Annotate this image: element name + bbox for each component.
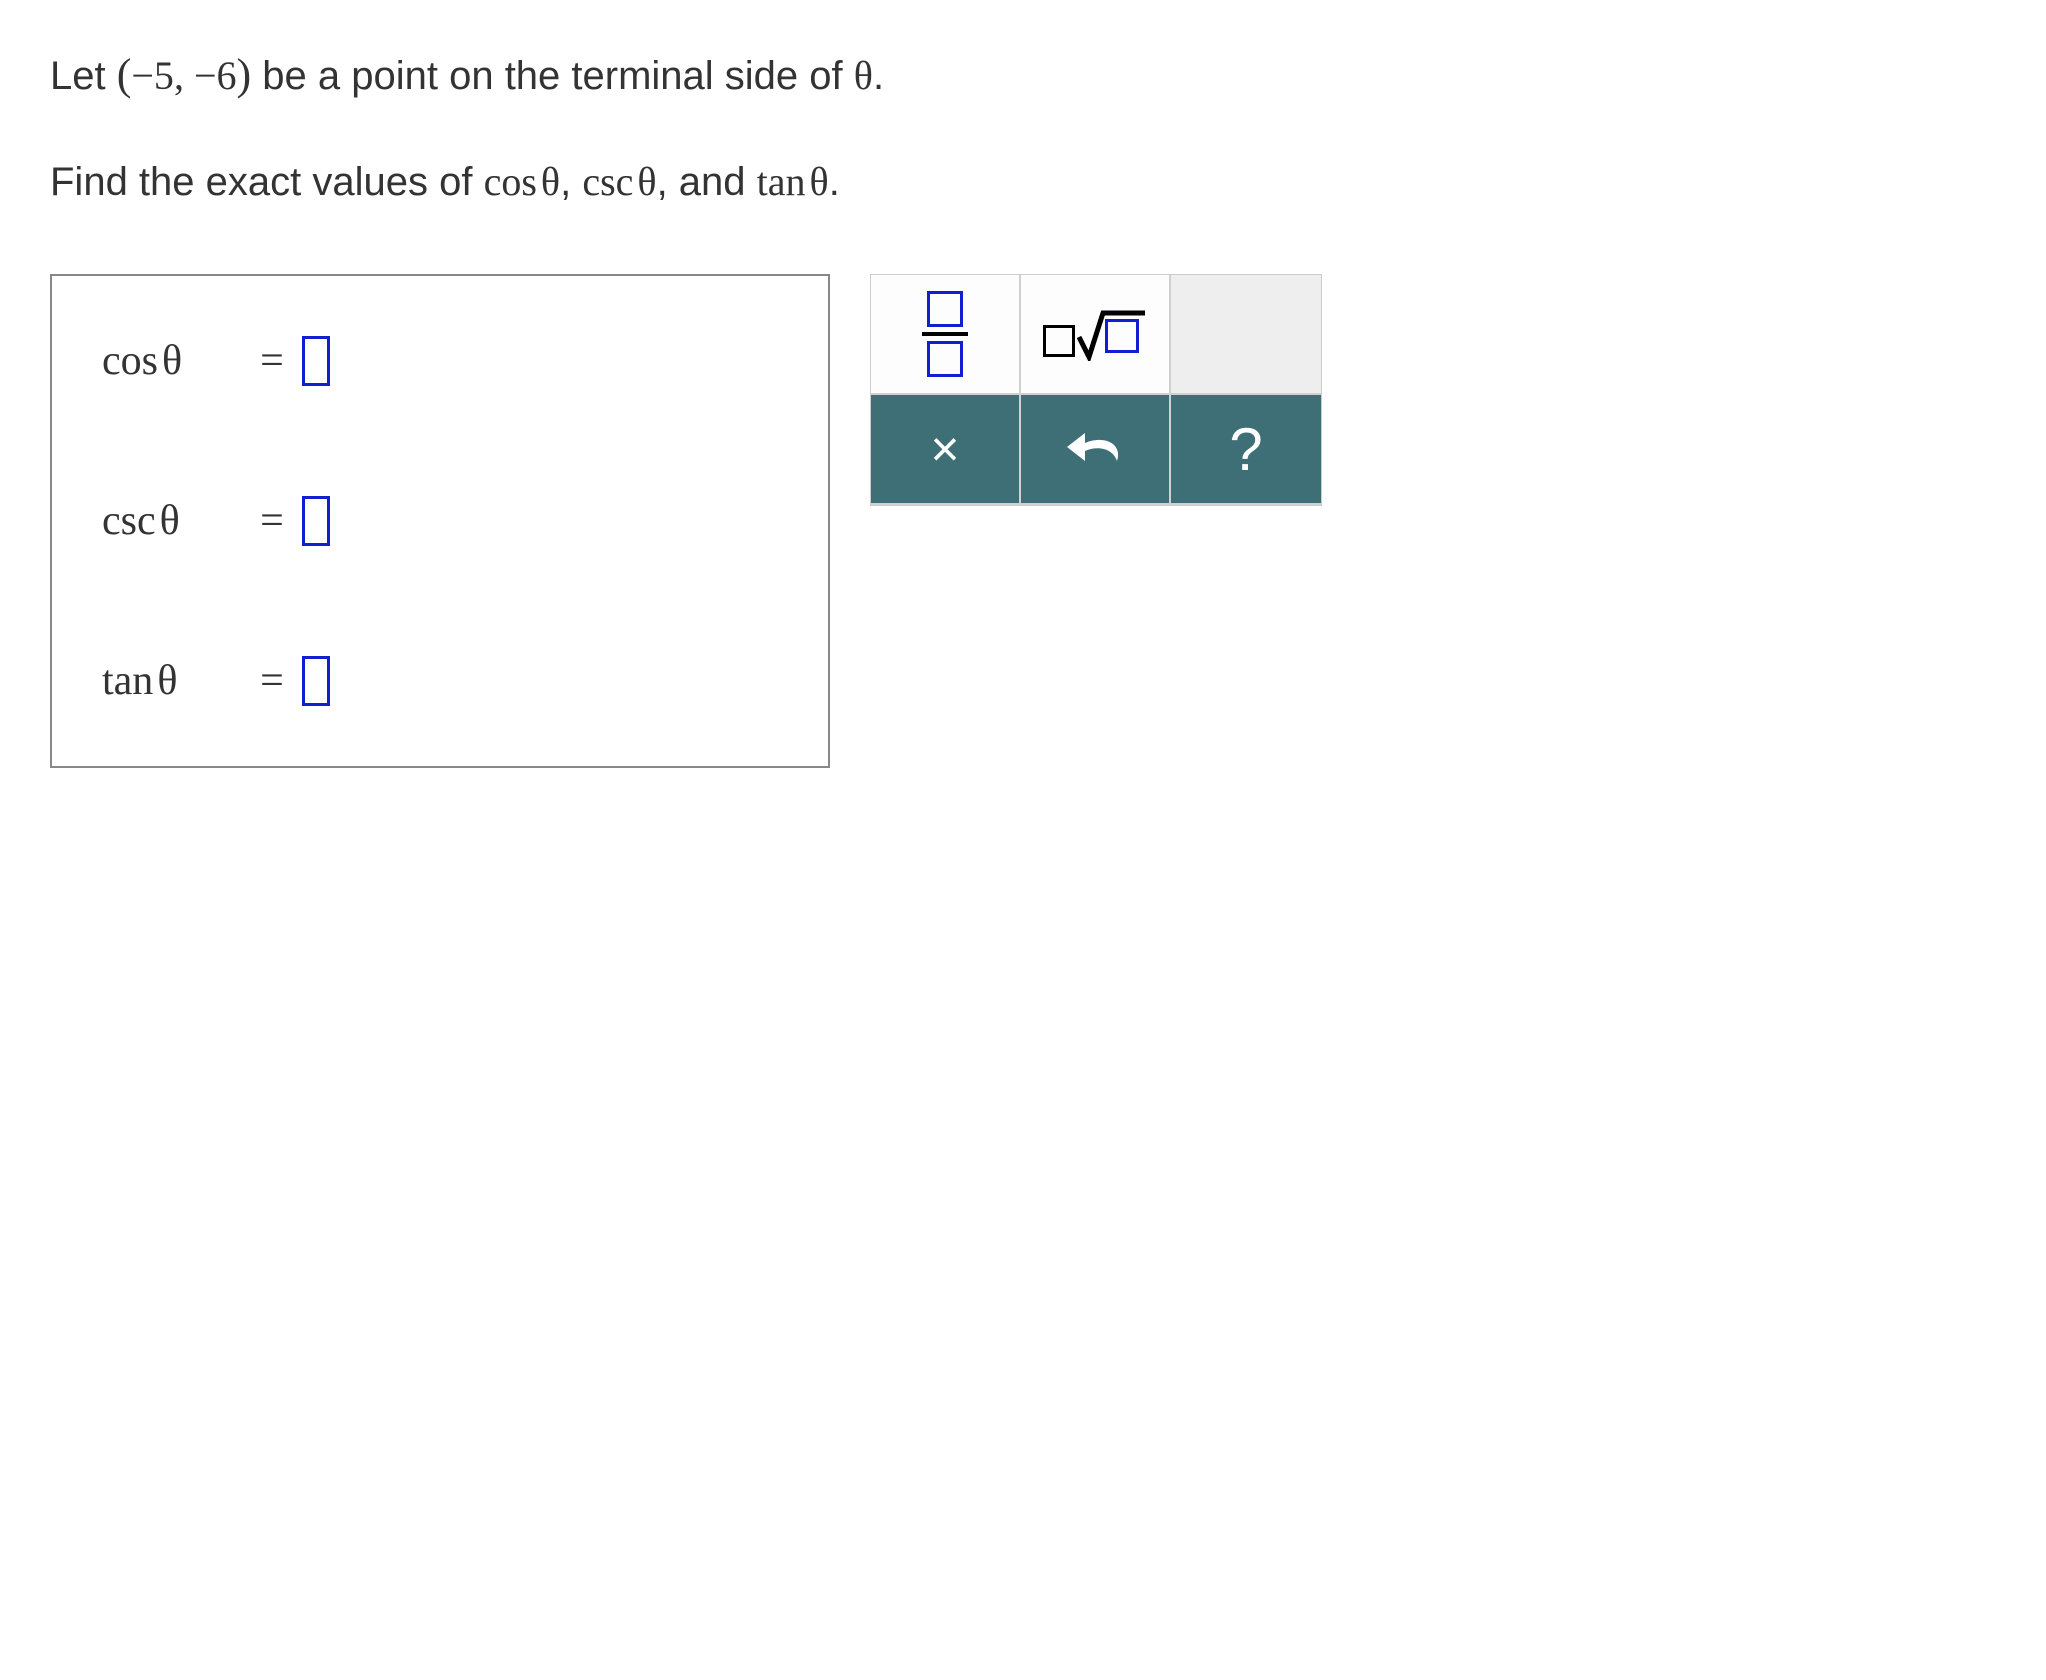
undo-icon [1063, 429, 1127, 469]
fraction-denominator-box [927, 341, 963, 377]
equals-sign: = [242, 657, 302, 705]
fn-csc: csc [582, 159, 633, 204]
text-find: Find the exact values of [50, 160, 484, 204]
question-line-1: Let (−5, −6) be a point on the terminal … [50, 40, 1996, 110]
label-fn: cos [102, 338, 158, 384]
work-area: cosθ = cscθ = tanθ = [50, 274, 1996, 768]
line2-period: . [829, 160, 840, 204]
answer-label: cosθ [102, 337, 242, 385]
answer-box: cosθ = cscθ = tanθ = [50, 274, 830, 768]
theta-cos: θ [541, 159, 560, 204]
answer-input-cos[interactable] [302, 336, 330, 386]
sep-2: , [657, 160, 679, 204]
label-fn: tan [102, 658, 153, 704]
answer-label: cscθ [102, 497, 242, 545]
equals-sign: = [242, 497, 302, 545]
label-arg: θ [160, 498, 180, 544]
answer-row-tan: tanθ = [102, 656, 778, 706]
text-and: and [679, 160, 757, 204]
fn-tan: tan [757, 159, 806, 204]
keypad-root-button[interactable] [1021, 275, 1171, 395]
theta-csc: θ [637, 159, 656, 204]
root-coefficient-box [1043, 325, 1075, 357]
text-after-point: be a point on the terminal side of [251, 54, 854, 98]
question-text: Let (−5, −6) be a point on the terminal … [50, 40, 1996, 214]
keypad: × ? [870, 274, 1322, 506]
answer-row-cos: cosθ = [102, 336, 778, 386]
theta-tan: θ [810, 159, 829, 204]
paren-open: ( [117, 50, 132, 99]
answer-row-csc: cscθ = [102, 496, 778, 546]
point-y: −6 [194, 53, 237, 98]
text-let: Let [50, 54, 117, 98]
keypad-undo-button[interactable] [1021, 395, 1171, 505]
theta-1: θ [854, 53, 873, 98]
root-icon [1043, 307, 1147, 361]
paren-close: ) [237, 50, 252, 99]
point-sep: , [174, 53, 194, 98]
label-arg: θ [162, 338, 182, 384]
answer-label: tanθ [102, 657, 242, 705]
equals-sign: = [242, 337, 302, 385]
fraction-numerator-box [927, 291, 963, 327]
keypad-fraction-button[interactable] [871, 275, 1021, 395]
line1-period: . [873, 54, 884, 98]
sep-1: , [560, 160, 582, 204]
fraction-bar [922, 332, 968, 336]
answer-input-csc[interactable] [302, 496, 330, 546]
question-line-2: Find the exact values of cosθ, cscθ, and… [50, 150, 1996, 214]
keypad-clear-button[interactable]: × [871, 395, 1021, 505]
label-arg: θ [157, 658, 177, 704]
fraction-icon [922, 291, 968, 377]
keypad-help-button[interactable]: ? [1171, 395, 1321, 505]
clear-icon: × [930, 420, 959, 478]
answer-input-tan[interactable] [302, 656, 330, 706]
point-x: −5 [131, 53, 174, 98]
label-fn: csc [102, 498, 156, 544]
fn-cos: cos [484, 159, 537, 204]
radicand-box [1105, 319, 1139, 353]
help-icon: ? [1229, 415, 1262, 484]
keypad-empty-cell [1171, 275, 1321, 395]
